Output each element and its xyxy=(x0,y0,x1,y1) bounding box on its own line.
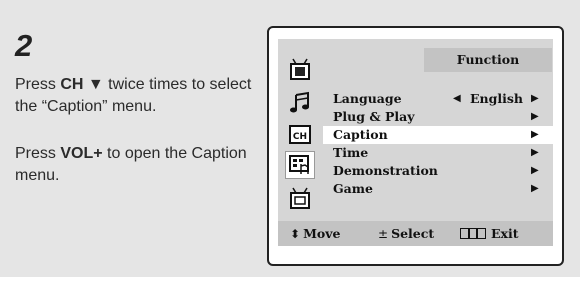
arrow-right-icon[interactable]: ▶ xyxy=(531,126,539,144)
instruction-1-prefix: Press xyxy=(15,76,61,93)
sound-note-icon[interactable] xyxy=(286,90,314,116)
menu-item-label: Caption xyxy=(333,127,388,142)
menu-exit-icon xyxy=(460,228,486,239)
move-updown-icon: ⬍ xyxy=(290,227,301,241)
menu-item-label: Language xyxy=(333,91,402,106)
arrow-right-icon[interactable]: ▶ xyxy=(531,108,539,126)
menu-item-value: English xyxy=(470,91,523,106)
instruction-1-key: CH ▼ xyxy=(60,76,104,93)
osd-footer-bar: ⬍ Move ± Select Exit xyxy=(278,221,553,246)
arrow-right-icon[interactable]: ▶ xyxy=(531,90,539,108)
arrow-right-icon[interactable]: ▶ xyxy=(531,162,539,180)
instruction-2-key: VOL+ xyxy=(60,145,103,162)
arrow-right-icon[interactable]: ▶ xyxy=(531,180,539,198)
menu-item-game[interactable]: Game ▶ xyxy=(323,180,553,198)
svg-text:CH: CH xyxy=(293,132,307,142)
menu-item-label: Game xyxy=(333,181,373,196)
function-hand-icon[interactable] xyxy=(285,151,315,179)
footer-move-label: Move xyxy=(303,226,341,241)
footer-exit-label: Exit xyxy=(491,226,519,241)
menu-item-label: Demonstration xyxy=(333,163,438,178)
channel-icon[interactable]: CH xyxy=(286,122,314,148)
footer-move-hint: ⬍ Move xyxy=(290,221,340,247)
instruction-2-prefix: Press xyxy=(15,145,61,162)
arrow-right-icon[interactable]: ▶ xyxy=(531,144,539,162)
instruction-text-1: Press CH ▼ twice times to select the “Ca… xyxy=(15,74,255,118)
menu-item-caption[interactable]: Caption ▶ xyxy=(323,126,553,144)
footer-select-label: Select xyxy=(391,226,435,241)
osd-menu-title: Function xyxy=(424,48,552,72)
arrow-left-icon[interactable]: ◀ xyxy=(453,90,461,108)
menu-item-demonstration[interactable]: Demonstration ▶ xyxy=(323,162,553,180)
plus-minus-icon: ± xyxy=(378,227,389,241)
tv-picture-icon[interactable] xyxy=(286,56,314,82)
setup-tv-icon[interactable] xyxy=(286,185,314,211)
menu-item-plug-and-play[interactable]: Plug & Play ▶ xyxy=(323,108,553,126)
menu-item-label: Plug & Play xyxy=(333,109,415,124)
menu-item-language[interactable]: Language ◀ English ▶ xyxy=(323,90,553,108)
menu-item-label: Time xyxy=(333,145,369,160)
menu-item-time[interactable]: Time ▶ xyxy=(323,144,553,162)
footer-exit-hint: Exit xyxy=(460,221,519,246)
instruction-panel: 2 Press CH ▼ twice times to select the “… xyxy=(0,0,580,277)
tv-osd-screen: Function CH Language ◀ English ▶ Plug & … xyxy=(267,26,564,266)
footer-select-hint: ± Select xyxy=(378,221,434,247)
step-number: 2 xyxy=(15,28,33,63)
instruction-text-2: Press VOL+ to open the Caption menu. xyxy=(15,143,255,187)
